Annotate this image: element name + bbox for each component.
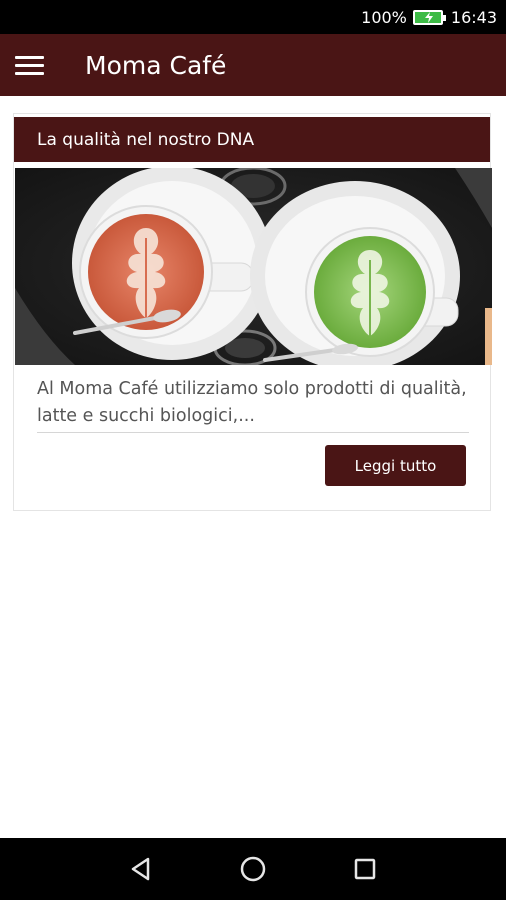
article-card: La qualità nel nostro DNA Al Moma Café u… bbox=[13, 113, 492, 511]
back-icon[interactable] bbox=[121, 849, 161, 889]
battery-percent: 100% bbox=[361, 7, 407, 27]
card-excerpt: Al Moma Café utilizziamo solo prodotti d… bbox=[37, 379, 467, 426]
recents-icon[interactable] bbox=[345, 849, 385, 889]
battery-charging-icon bbox=[412, 9, 446, 25]
read-more-button[interactable]: Leggi tutto bbox=[325, 445, 466, 486]
home-icon[interactable] bbox=[233, 849, 273, 889]
system-nav-bar bbox=[0, 838, 506, 900]
app-title: Moma Café bbox=[85, 50, 227, 80]
card-header: La qualità nel nostro DNA bbox=[14, 117, 490, 162]
clock-time: 16:43 bbox=[450, 7, 497, 27]
app-bar: Moma Café bbox=[0, 34, 506, 96]
divider bbox=[37, 432, 469, 433]
latte-art-cups-photo bbox=[15, 168, 492, 365]
hamburger-menu-icon[interactable] bbox=[0, 34, 58, 96]
status-bar: 100% 16:43 bbox=[0, 0, 506, 34]
